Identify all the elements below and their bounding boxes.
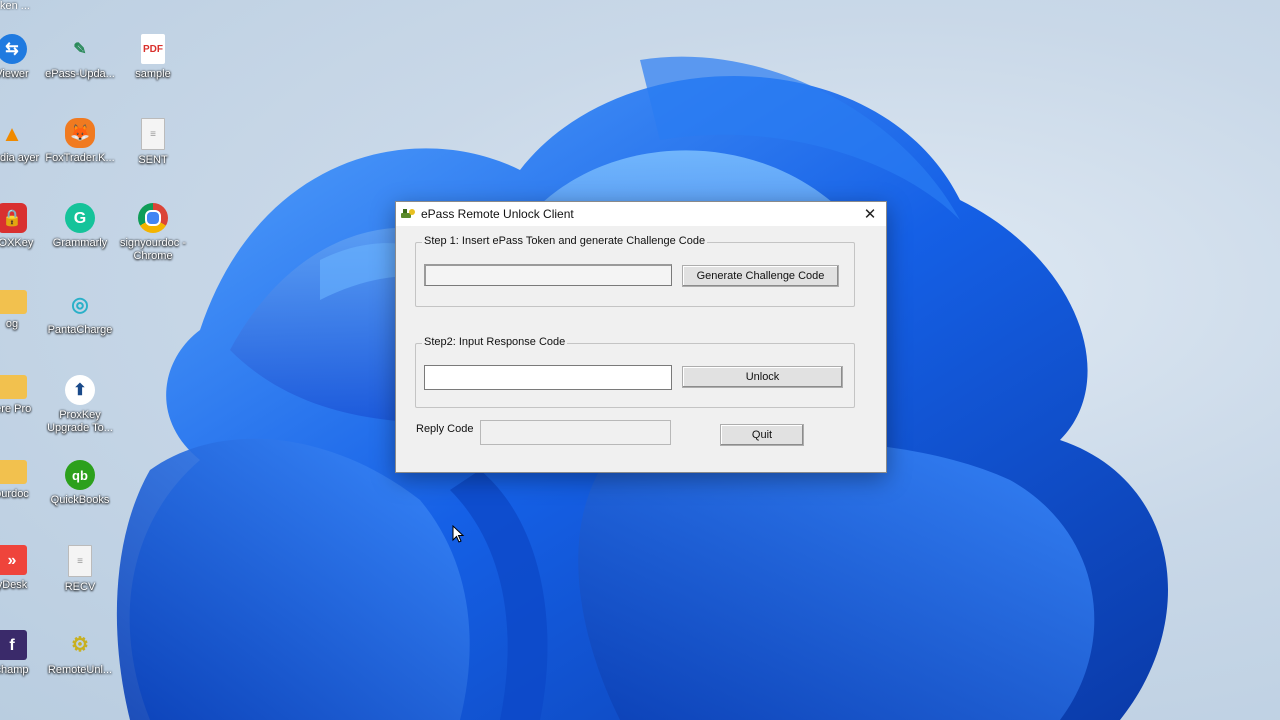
pdf-icon: PDF	[141, 34, 165, 64]
step2-label: Step2: Input Response Code	[422, 336, 568, 348]
desktop-icon-pantacharge[interactable]: ◎ PantaCharge	[42, 290, 118, 337]
close-button[interactable]: ✕	[854, 202, 886, 226]
dialog-title: ePass Remote Unlock Client	[421, 207, 574, 221]
teamviewer-icon: ⇆	[0, 34, 27, 64]
reply-code-field[interactable]	[480, 420, 671, 445]
response-code-input[interactable]	[424, 365, 672, 390]
remote-unlock-icon: ⚙	[71, 633, 89, 656]
challenge-code-field[interactable]	[424, 264, 672, 286]
text-file-icon: ≡	[141, 118, 165, 150]
epass-app-icon	[401, 209, 415, 218]
app-icon: f	[0, 630, 27, 660]
desktop-icon-grammarly[interactable]: G Grammarly	[42, 203, 118, 250]
vlc-icon: ▲	[1, 120, 23, 146]
epass-remote-unlock-dialog: ePass Remote Unlock Client ✕ Step 1: Ins…	[395, 201, 887, 473]
quit-button[interactable]: Quit	[720, 424, 804, 446]
desktop-icon-signyourdoc-chrome[interactable]: signyourdoc - Chrome	[115, 203, 191, 263]
desktop-icon-foxtrader[interactable]: 🦊 FoxTrader.K...	[42, 118, 118, 165]
desktop-icon-sample[interactable]: PDF sample	[115, 34, 191, 81]
desktop-icon-sent[interactable]: ≡ SENT	[115, 118, 191, 167]
reply-code-label: Reply Code	[416, 423, 474, 435]
dialog-titlebar[interactable]: ePass Remote Unlock Client ✕	[396, 202, 886, 226]
unlock-button[interactable]: Unlock	[682, 366, 843, 388]
fox-icon: 🦊	[65, 118, 95, 148]
desktop-icon-recv[interactable]: ≡ RECV	[42, 545, 118, 594]
usb-token-icon: ✎	[73, 40, 87, 58]
desktop-icon-remoteunlock[interactable]: ⚙ RemoteUnl...	[42, 630, 118, 677]
generate-challenge-code-button[interactable]: Generate Challenge Code	[682, 265, 839, 287]
desktop-icon-quickbooks[interactable]: qb QuickBooks	[42, 460, 118, 507]
close-icon: ✕	[863, 206, 877, 223]
quickbooks-icon: qb	[65, 460, 95, 490]
folder-icon	[0, 460, 27, 484]
desktop-icon-proxkey-upgrade[interactable]: ⬆ ProxKey Upgrade To...	[42, 375, 118, 435]
proxkey-upgrade-icon: ⬆	[65, 375, 95, 405]
chrome-icon	[138, 203, 168, 233]
desktop-top-fragment: ken ...	[0, 0, 30, 12]
folder-icon	[0, 375, 27, 399]
step1-label: Step 1: Insert ePass Token and generate …	[422, 235, 708, 247]
anydesk-icon: »	[0, 545, 27, 575]
folder-icon	[0, 290, 27, 314]
grammarly-icon: G	[65, 203, 95, 233]
text-file-icon: ≡	[68, 545, 92, 577]
lock-icon: 🔒	[0, 203, 27, 233]
desktop-icon-epass-update[interactable]: ✎ ePass-Upda...	[42, 34, 118, 81]
pantacharge-icon: ◎	[71, 293, 89, 316]
mouse-cursor-icon	[452, 525, 465, 543]
